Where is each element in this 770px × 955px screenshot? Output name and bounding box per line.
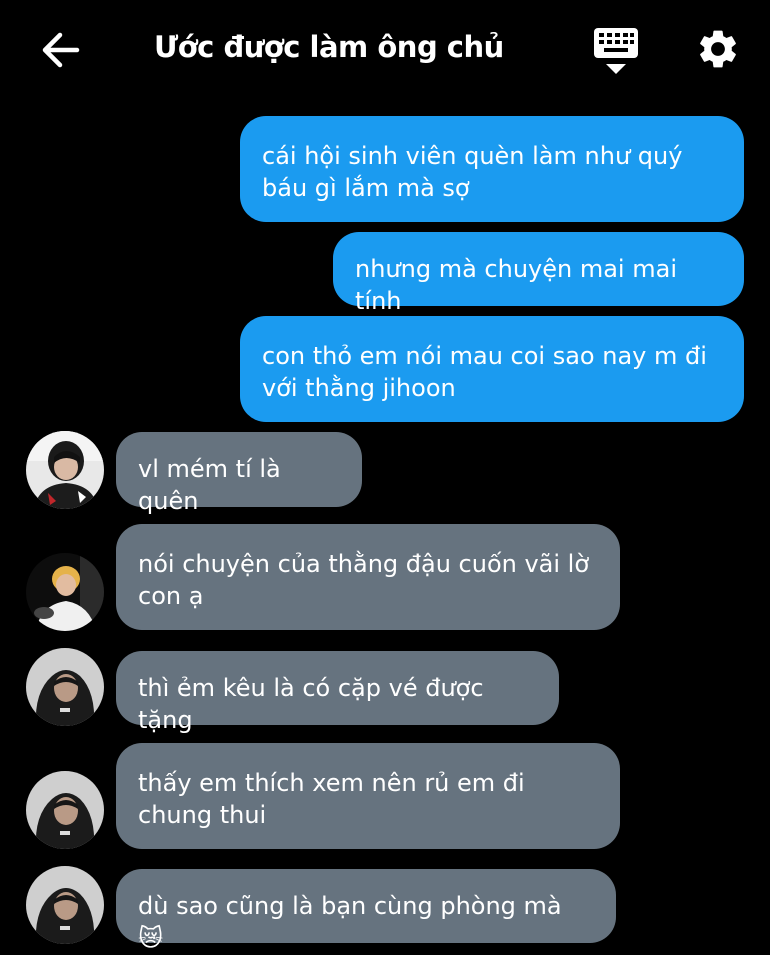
message-bubble-outgoing[interactable]: con thỏ em nói mau coi sao nay m đi với … — [240, 316, 744, 422]
chat-screen: Ước được làm ông chủ cái hội sinh viên q… — [0, 0, 770, 955]
avatar-photo-icon — [26, 431, 104, 509]
message-bubble-outgoing[interactable]: nhưng mà chuyện mai mai tính — [333, 232, 744, 315]
message-text: cái hội sinh viên quèn làm như quý báu g… — [262, 142, 683, 202]
message-bubble-incoming[interactable]: thì ẻm kêu là có cặp vé được tặng — [116, 651, 559, 734]
message-text: con thỏ em nói mau coi sao nay m đi với … — [262, 342, 707, 402]
avatar[interactable] — [26, 648, 104, 726]
message-text: vl mém tí là quên — [138, 455, 281, 515]
avatar-photo-icon — [26, 771, 104, 849]
message-bubble-incoming[interactable]: dù sao cũng là bạn cùng phòng mà 😿 — [116, 869, 616, 952]
message-text: nói chuyện của thằng đậu cuốn vãi lờ con… — [138, 550, 590, 610]
back-button[interactable] — [36, 28, 84, 72]
message-bubble-outgoing[interactable]: cái hội sinh viên quèn làm như quý báu g… — [240, 116, 744, 222]
avatar[interactable] — [26, 866, 104, 944]
avatar-photo-icon — [26, 553, 104, 631]
gear-icon — [700, 30, 736, 68]
message-text: thì ẻm kêu là có cặp vé được tặng — [138, 674, 484, 734]
message-bubble-incoming[interactable]: thấy em thích xem nên rủ em đi chung thu… — [116, 743, 620, 849]
arrow-left-icon — [42, 32, 80, 68]
keyboard-icon — [594, 28, 638, 74]
avatar[interactable] — [26, 771, 104, 849]
keyboard-button[interactable] — [592, 26, 640, 76]
avatar[interactable] — [26, 553, 104, 631]
message-text: dù sao cũng là bạn cùng phòng mà 😿 — [138, 892, 562, 952]
chat-header: Ước được làm ông chủ — [0, 0, 770, 100]
message-bubble-incoming[interactable]: nói chuyện của thằng đậu cuốn vãi lờ con… — [116, 524, 620, 630]
chat-title: Ước được làm ông chủ — [154, 30, 504, 64]
avatar[interactable] — [26, 431, 104, 509]
avatar-photo-icon — [26, 648, 104, 726]
avatar-photo-icon — [26, 866, 104, 944]
message-text: nhưng mà chuyện mai mai tính — [355, 255, 677, 315]
settings-button[interactable] — [695, 26, 741, 72]
message-text: thấy em thích xem nên rủ em đi chung thu… — [138, 769, 525, 829]
message-bubble-incoming[interactable]: vl mém tí là quên — [116, 432, 362, 515]
